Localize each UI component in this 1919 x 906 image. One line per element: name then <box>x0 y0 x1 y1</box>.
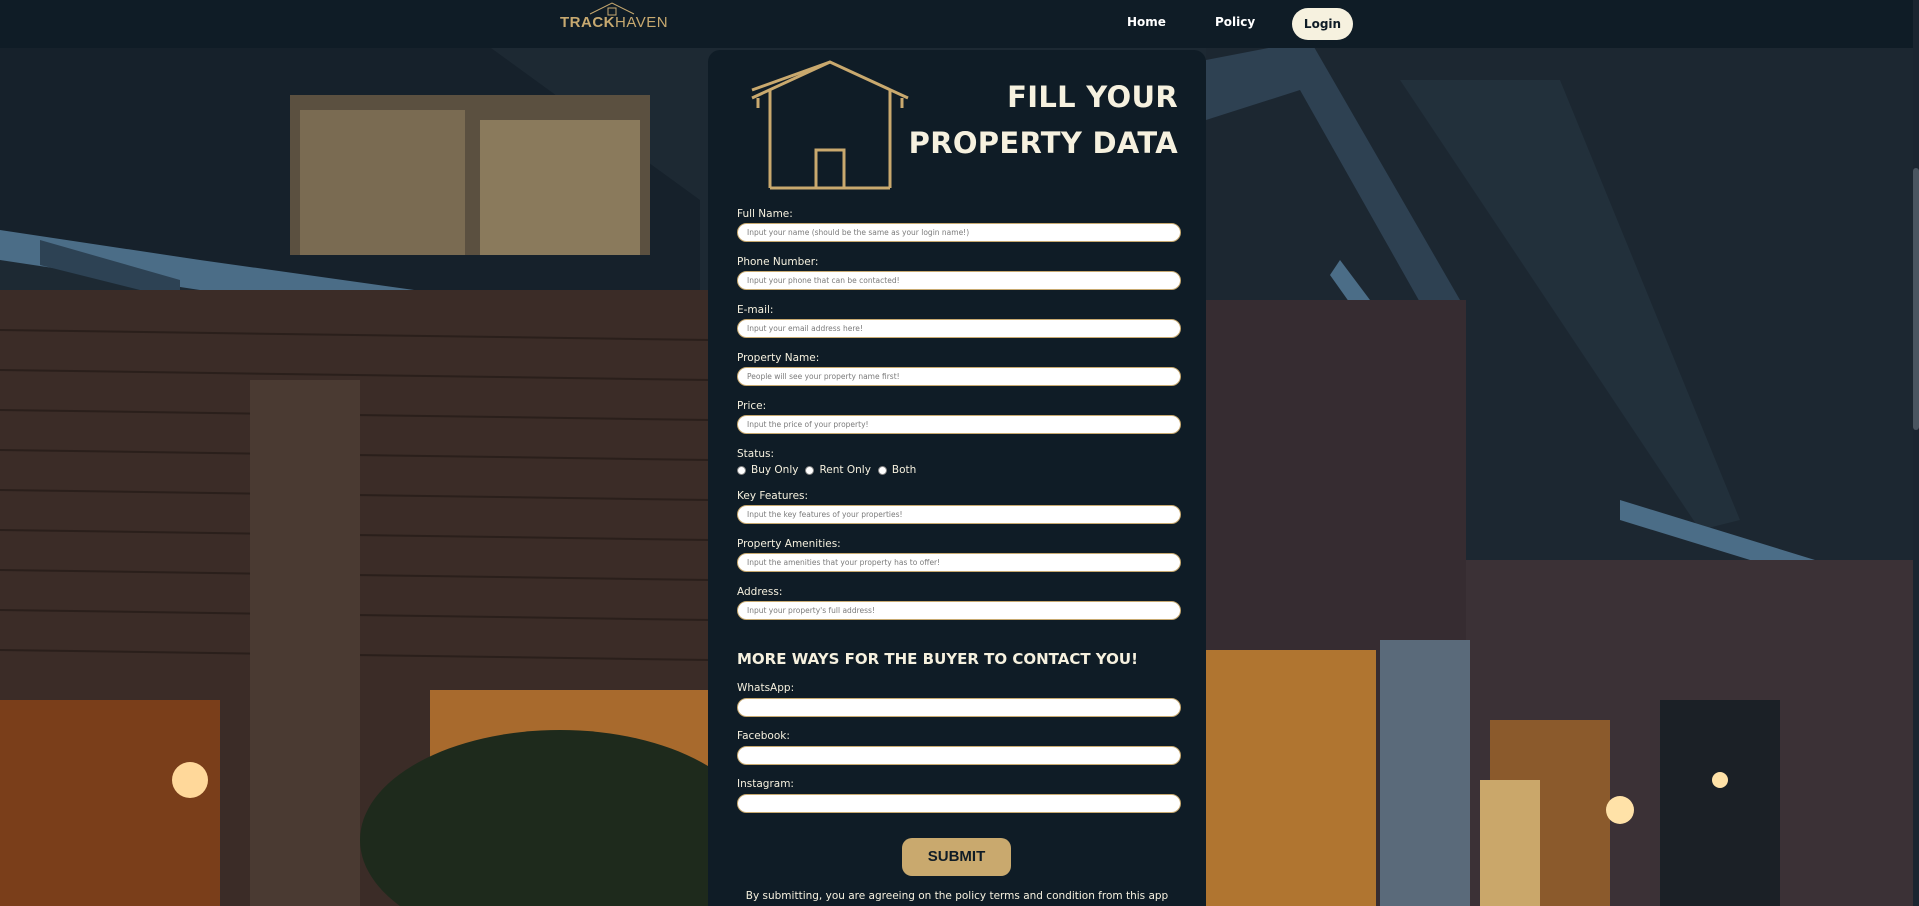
contact-section-heading: MORE WAYS FOR THE BUYER TO CONTACT YOU! <box>737 650 1138 668</box>
status-option-label: Both <box>891 464 917 476</box>
form-title-line2: PROPERTY DATA <box>908 126 1178 160</box>
full-name-input[interactable] <box>737 223 1181 242</box>
whatsapp-input[interactable] <box>737 698 1181 717</box>
form-title: FILL YOUR PROPERTY DATA <box>909 74 1178 166</box>
property-name-input[interactable] <box>737 367 1181 386</box>
login-button[interactable]: Login <box>1292 8 1353 40</box>
property-name-label: Property Name: <box>737 352 820 364</box>
house-outline-icon <box>751 60 909 190</box>
logo-wordmark-light: TRACK <box>560 14 615 31</box>
whatsapp-label: WhatsApp: <box>737 682 795 694</box>
nav-policy-link[interactable]: Policy <box>1215 15 1255 29</box>
status-option-both[interactable]: Both <box>877 464 917 476</box>
status-label: Status: <box>737 448 774 460</box>
property-amenities-input[interactable] <box>737 553 1181 572</box>
instagram-label: Instagram: <box>737 778 794 790</box>
trackhaven-logo[interactable]: TRACKHAVEN <box>560 2 668 44</box>
status-radio-group: Buy Only Rent Only Both <box>737 462 923 478</box>
phone-number-input[interactable] <box>737 271 1181 290</box>
email-label: E-mail: <box>737 304 774 316</box>
logo-wordmark-bold: HAVEN <box>615 14 669 31</box>
radio-button[interactable] <box>805 465 815 475</box>
property-form-card: FILL YOUR PROPERTY DATA Full Name: Phone… <box>708 50 1206 906</box>
facebook-label: Facebook: <box>737 730 790 742</box>
submit-button[interactable]: SUBMIT <box>902 838 1011 876</box>
top-navbar: TRACKHAVEN Home Policy Login <box>0 0 1919 48</box>
status-option-buy-only[interactable]: Buy Only <box>737 464 798 476</box>
key-features-label: Key Features: <box>737 490 809 502</box>
address-label: Address: <box>737 586 783 598</box>
status-option-label: Buy Only <box>751 464 799 476</box>
price-label: Price: <box>737 400 767 412</box>
phone-number-label: Phone Number: <box>737 256 819 268</box>
facebook-input[interactable] <box>737 746 1181 765</box>
status-option-rent-only[interactable]: Rent Only <box>805 464 871 476</box>
policy-disclaimer: By submitting, you are agreeing on the p… <box>745 890 1169 902</box>
property-amenities-label: Property Amenities: <box>737 538 841 550</box>
nav-home-link[interactable]: Home <box>1127 15 1166 29</box>
logo-wordmark: TRACKHAVEN <box>560 14 668 31</box>
status-option-label: Rent Only <box>819 464 871 476</box>
email-input[interactable] <box>737 319 1181 338</box>
instagram-input[interactable] <box>737 794 1181 813</box>
radio-button[interactable] <box>737 465 746 475</box>
page-scrollbar[interactable] <box>1913 0 1919 906</box>
address-input[interactable] <box>737 601 1181 620</box>
scrollbar-thumb[interactable] <box>1913 168 1919 430</box>
full-name-label: Full Name: <box>737 208 793 220</box>
price-input[interactable] <box>737 415 1181 434</box>
form-title-line1: FILL YOUR <box>1007 80 1178 114</box>
radio-button[interactable] <box>877 465 887 475</box>
key-features-input[interactable] <box>737 505 1181 524</box>
